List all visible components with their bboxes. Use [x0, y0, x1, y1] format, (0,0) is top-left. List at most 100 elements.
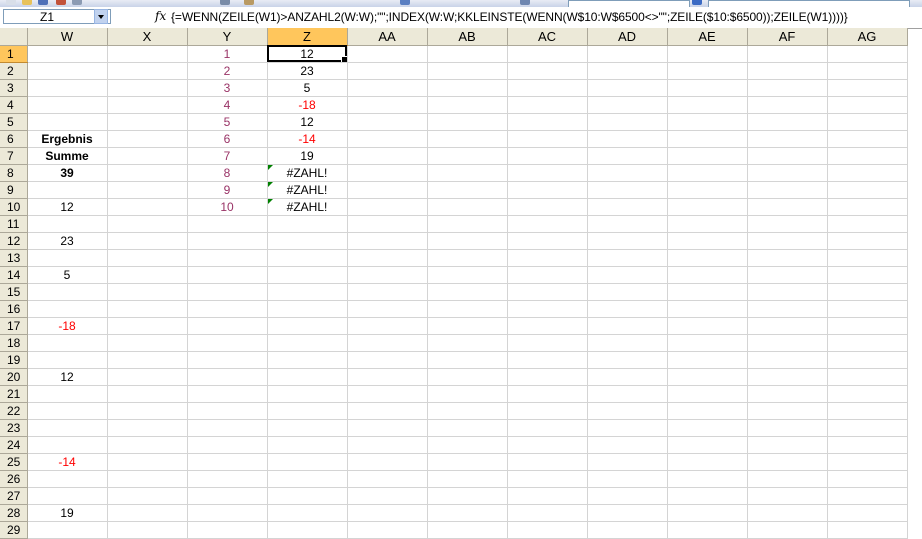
cell-af2[interactable]: [747, 62, 828, 80]
row-header[interactable]: 5: [0, 113, 28, 131]
cell-af12[interactable]: [747, 232, 828, 250]
cell-z1[interactable]: 12: [267, 45, 348, 63]
cell-y5[interactable]: 5: [187, 113, 268, 131]
cell-x10[interactable]: [107, 198, 188, 216]
cell-w11[interactable]: [27, 215, 108, 233]
cell-x27[interactable]: [107, 487, 188, 505]
cell-x2[interactable]: [107, 62, 188, 80]
cell-ab23[interactable]: [427, 419, 508, 437]
row-header[interactable]: 11: [0, 215, 28, 233]
cell-ac16[interactable]: [507, 300, 588, 318]
cell-af11[interactable]: [747, 215, 828, 233]
cell-af15[interactable]: [747, 283, 828, 301]
cell-ae27[interactable]: [667, 487, 748, 505]
column-header-z[interactable]: Z: [267, 28, 348, 46]
cell-ad6[interactable]: [587, 130, 668, 148]
cell-w8[interactable]: 39: [27, 164, 108, 182]
cell-ag23[interactable]: [827, 419, 908, 437]
cell-ad22[interactable]: [587, 402, 668, 420]
cell-y22[interactable]: [187, 402, 268, 420]
cell-z2[interactable]: 23: [267, 62, 348, 80]
cell-z7[interactable]: 19: [267, 147, 348, 165]
cell-af22[interactable]: [747, 402, 828, 420]
cell-x26[interactable]: [107, 470, 188, 488]
cell-x19[interactable]: [107, 351, 188, 369]
cell-ab3[interactable]: [427, 79, 508, 97]
cell-ae12[interactable]: [667, 232, 748, 250]
chart-wizard-icon[interactable]: [400, 0, 410, 5]
cell-ab18[interactable]: [427, 334, 508, 352]
cell-ab9[interactable]: [427, 181, 508, 199]
cell-z15[interactable]: [267, 283, 348, 301]
cell-z17[interactable]: [267, 317, 348, 335]
cell-z11[interactable]: [267, 215, 348, 233]
cell-ab1[interactable]: [427, 45, 508, 63]
row-header[interactable]: 10: [0, 198, 28, 216]
cell-y6[interactable]: 6: [187, 130, 268, 148]
row-header[interactable]: 24: [0, 436, 28, 454]
cell-y3[interactable]: 3: [187, 79, 268, 97]
cell-af27[interactable]: [747, 487, 828, 505]
cell-w22[interactable]: [27, 402, 108, 420]
cell-ac2[interactable]: [507, 62, 588, 80]
cell-ad4[interactable]: [587, 96, 668, 114]
cell-ae4[interactable]: [667, 96, 748, 114]
cell-ae14[interactable]: [667, 266, 748, 284]
cell-aa18[interactable]: [347, 334, 428, 352]
cell-w17[interactable]: -18: [27, 317, 108, 335]
cell-z26[interactable]: [267, 470, 348, 488]
cell-ac17[interactable]: [507, 317, 588, 335]
cell-ac8[interactable]: [507, 164, 588, 182]
cell-ad1[interactable]: [587, 45, 668, 63]
cell-aa17[interactable]: [347, 317, 428, 335]
cell-x17[interactable]: [107, 317, 188, 335]
row-header[interactable]: 2: [0, 62, 28, 80]
open-icon[interactable]: [22, 0, 32, 5]
row-header[interactable]: 1: [0, 45, 28, 63]
row-header[interactable]: 4: [0, 96, 28, 114]
cell-af24[interactable]: [747, 436, 828, 454]
cell-ac15[interactable]: [507, 283, 588, 301]
cell-w16[interactable]: [27, 300, 108, 318]
cell-ad17[interactable]: [587, 317, 668, 335]
row-header[interactable]: 27: [0, 487, 28, 505]
cell-z25[interactable]: [267, 453, 348, 471]
cell-ac13[interactable]: [507, 249, 588, 267]
cell-y26[interactable]: [187, 470, 268, 488]
cell-ag10[interactable]: [827, 198, 908, 216]
row-header[interactable]: 8: [0, 164, 28, 182]
cell-x9[interactable]: [107, 181, 188, 199]
permission-icon[interactable]: [56, 0, 66, 5]
cell-af18[interactable]: [747, 334, 828, 352]
cell-z24[interactable]: [267, 436, 348, 454]
cell-ae20[interactable]: [667, 368, 748, 386]
cell-aa9[interactable]: [347, 181, 428, 199]
cell-x16[interactable]: [107, 300, 188, 318]
cell-af13[interactable]: [747, 249, 828, 267]
cell-w23[interactable]: [27, 419, 108, 437]
cell-x18[interactable]: [107, 334, 188, 352]
cell-aa14[interactable]: [347, 266, 428, 284]
cell-ab8[interactable]: [427, 164, 508, 182]
cell-ae1[interactable]: [667, 45, 748, 63]
cell-y7[interactable]: 7: [187, 147, 268, 165]
cell-ad18[interactable]: [587, 334, 668, 352]
cell-y2[interactable]: 2: [187, 62, 268, 80]
cell-z8[interactable]: #ZAHL!: [267, 164, 348, 182]
row-header[interactable]: 23: [0, 419, 28, 437]
cell-ac24[interactable]: [507, 436, 588, 454]
cell-w3[interactable]: [27, 79, 108, 97]
cell-ag19[interactable]: [827, 351, 908, 369]
row-header[interactable]: 19: [0, 351, 28, 369]
cell-ac1[interactable]: [507, 45, 588, 63]
cell-ae24[interactable]: [667, 436, 748, 454]
new-file-icon[interactable]: [6, 0, 16, 5]
cell-af8[interactable]: [747, 164, 828, 182]
cell-x7[interactable]: [107, 147, 188, 165]
cell-ac22[interactable]: [507, 402, 588, 420]
fx-icon[interactable]: fx: [155, 9, 166, 23]
cell-w15[interactable]: [27, 283, 108, 301]
cell-ae17[interactable]: [667, 317, 748, 335]
cell-af14[interactable]: [747, 266, 828, 284]
cell-aa8[interactable]: [347, 164, 428, 182]
